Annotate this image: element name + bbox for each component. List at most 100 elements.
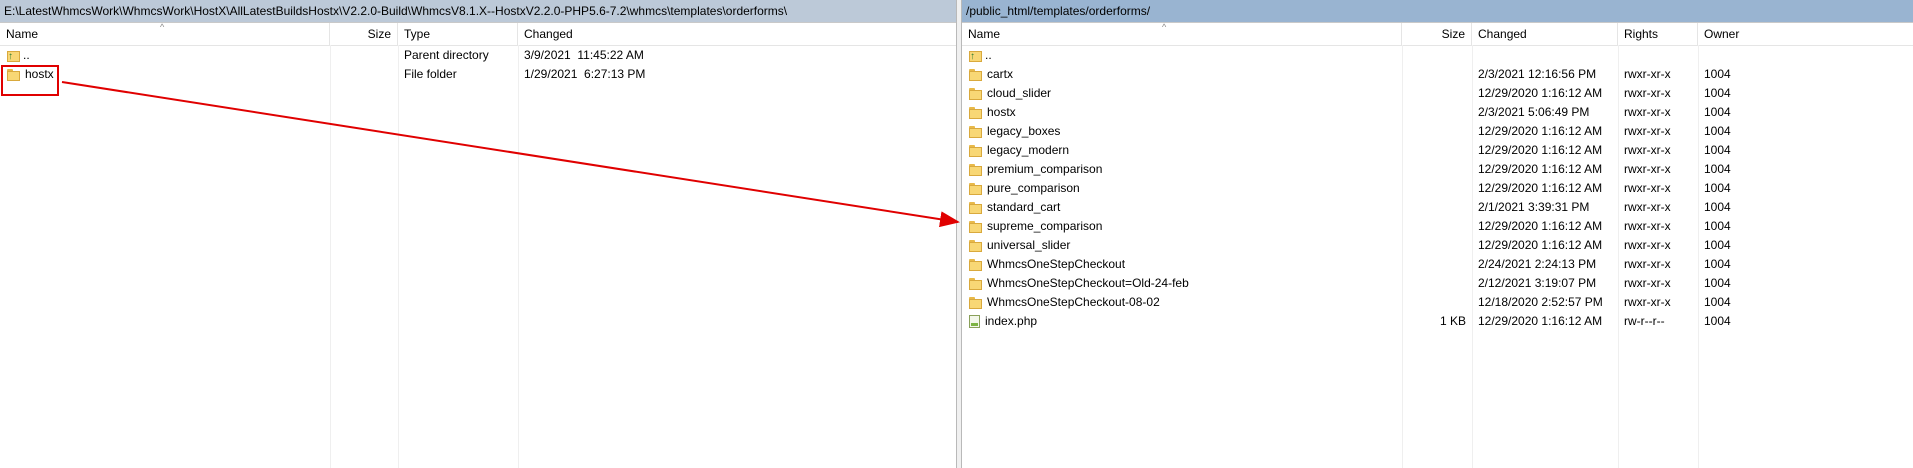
folder-icon (969, 87, 982, 100)
column-changed-header[interactable]: Changed (518, 23, 956, 45)
file-owner: 1004 (1704, 143, 1731, 157)
file-changed: 2/12/2021 3:19:07 PM (1478, 276, 1597, 290)
list-item[interactable]: standard_cart 2/1/2021 3:39:31 PM rwxr-xr-… (962, 198, 1913, 217)
file-rights: rw-r--r-- (1624, 314, 1665, 328)
file-size (1402, 198, 1466, 217)
file-size (1402, 236, 1466, 255)
local-path-bar[interactable]: E:\LatestWhmcsWork\WhmcsWork\HostX\AllLa… (0, 0, 956, 23)
file-changed: 12/29/2020 1:16:12 AM (1478, 86, 1603, 100)
file-rights: rwxr-xr-x (1624, 219, 1671, 233)
file-size (1402, 122, 1466, 141)
list-item-parent[interactable]: ↑.. (962, 46, 1913, 65)
column-changed-label: Changed (1478, 27, 1527, 41)
column-size-header[interactable]: Size (330, 23, 398, 45)
file-rights (1624, 46, 1698, 65)
file-owner: 1004 (1704, 295, 1731, 309)
file-name: universal_slider (987, 238, 1071, 252)
column-type-label: Type (404, 27, 431, 41)
file-changed: 2/1/2021 3:39:31 PM (1478, 200, 1590, 214)
file-owner: 1004 (1704, 162, 1731, 176)
file-changed: 2/24/2021 2:24:13 PM (1478, 257, 1597, 271)
file-rights: rwxr-xr-x (1624, 200, 1671, 214)
local-file-pane[interactable]: E:\LatestWhmcsWork\WhmcsWork\HostX\AllLa… (0, 0, 956, 468)
folder-icon (969, 220, 982, 233)
remote-file-list: ↑.. cartx 2/3/2021 12:16:56 PM rwxr-xr-x 100… (962, 46, 1913, 331)
file-name: legacy_boxes (987, 124, 1061, 138)
folder-icon (969, 125, 982, 138)
list-item[interactable]: premium_comparison 12/29/2020 1:16:12 AM r… (962, 160, 1913, 179)
column-size-header[interactable]: Size (1402, 23, 1472, 45)
file-name: legacy_modern (987, 143, 1070, 157)
column-size-label: Size (367, 27, 391, 41)
file-size: 1 KB (1439, 314, 1466, 328)
file-changed: 2/3/2021 5:06:49 PM (1478, 105, 1590, 119)
file-size (1402, 217, 1466, 236)
column-type-header[interactable]: Type (398, 23, 518, 45)
file-size (1402, 46, 1466, 65)
php-file-icon (969, 315, 980, 328)
file-name: standard_cart (987, 200, 1061, 214)
file-name: pure_comparison (987, 181, 1080, 195)
file-rights: rwxr-xr-x (1624, 238, 1671, 252)
list-item[interactable]: index.php 1 KB 12/29/2020 1:16:12 AM rw-r--… (962, 312, 1913, 331)
remote-file-pane[interactable]: /public_html/templates/orderforms/ Name … (962, 0, 1913, 468)
file-changed: 12/29/2020 1:16:12 AM (1478, 181, 1603, 195)
column-name-header[interactable]: Name ^ (962, 23, 1402, 45)
column-divider (398, 45, 399, 468)
list-item[interactable]: supreme_comparison 12/29/2020 1:16:12 AM r… (962, 217, 1913, 236)
list-item[interactable]: legacy_boxes 12/29/2020 1:16:12 AM rwxr-xr… (962, 122, 1913, 141)
list-item[interactable]: universal_slider 12/29/2020 1:16:12 AM rwx… (962, 236, 1913, 255)
column-name-label: Name (6, 27, 39, 41)
file-name: .. (985, 48, 992, 62)
file-name: hostx (987, 105, 1016, 119)
column-name-header[interactable]: Name ^ (0, 23, 330, 45)
file-size (1402, 103, 1466, 122)
file-name: .. (23, 48, 30, 62)
file-rights: rwxr-xr-x (1624, 162, 1671, 176)
local-file-list: ↑ .. Parent directory 3/9/2021 11:45:22 … (0, 46, 956, 84)
highlight-box (1, 65, 59, 96)
list-item-hostx[interactable]: hostx File folder 1/29/2021 6:27:13 PM (0, 65, 956, 84)
column-divider (1402, 45, 1403, 468)
sort-ascending-icon: ^ (1162, 23, 1167, 32)
file-changed: 12/29/2020 1:16:12 AM (1478, 314, 1603, 328)
list-item[interactable]: pure_comparison 12/29/2020 1:16:12 AM rwxr… (962, 179, 1913, 198)
file-name: cloud_slider (987, 86, 1052, 100)
column-divider (1472, 45, 1473, 468)
file-size (1402, 293, 1466, 312)
folder-icon (969, 296, 982, 309)
file-changed: 3/9/2021 11:45:22 AM (524, 48, 644, 62)
file-name: index.php (985, 314, 1038, 328)
file-size (1402, 65, 1466, 84)
list-item[interactable]: cartx 2/3/2021 12:16:56 PM rwxr-xr-x 1004 (962, 65, 1913, 84)
column-changed-header[interactable]: Changed (1472, 23, 1618, 45)
file-changed: 12/29/2020 1:16:12 AM (1478, 219, 1603, 233)
remote-path-bar[interactable]: /public_html/templates/orderforms/ (962, 0, 1913, 23)
list-item[interactable]: WhmcsOneStepCheckout-08-02 12/18/2020 2:5… (962, 293, 1913, 312)
file-owner: 1004 (1704, 67, 1731, 81)
list-item[interactable]: WhmcsOneStepCheckout 2/24/2021 2:24:13 PM… (962, 255, 1913, 274)
folder-icon (969, 144, 982, 157)
file-owner: 1004 (1704, 105, 1731, 119)
list-item[interactable]: WhmcsOneStepCheckout=Old-24-feb 2/12/2021… (962, 274, 1913, 293)
file-rights: rwxr-xr-x (1624, 295, 1671, 309)
column-rights-header[interactable]: Rights (1618, 23, 1698, 45)
file-size (1402, 179, 1466, 198)
list-item[interactable]: hostx 2/3/2021 5:06:49 PM rwxr-xr-x 1004 (962, 103, 1913, 122)
file-owner: 1004 (1704, 86, 1731, 100)
column-divider (1618, 45, 1619, 468)
folder-icon (969, 277, 982, 290)
folder-icon (969, 182, 982, 195)
list-item-parent[interactable]: ↑ .. Parent directory 3/9/2021 11:45:22 … (0, 46, 956, 65)
list-item[interactable]: cloud_slider 12/29/2020 1:16:12 AM rwxr-xr… (962, 84, 1913, 103)
file-size (330, 65, 392, 84)
file-changed: 2/3/2021 12:16:56 PM (1478, 67, 1597, 81)
list-item[interactable]: legacy_modern 12/29/2020 1:16:12 AM rwxr-x… (962, 141, 1913, 160)
file-name: WhmcsOneStepCheckout-08-02 (987, 295, 1160, 309)
file-owner (1704, 46, 1764, 65)
file-owner: 1004 (1704, 124, 1731, 138)
file-size (1402, 141, 1466, 160)
folder-icon (969, 201, 982, 214)
column-owner-header[interactable]: Owner (1698, 23, 1913, 45)
file-changed: 12/29/2020 1:16:12 AM (1478, 124, 1603, 138)
